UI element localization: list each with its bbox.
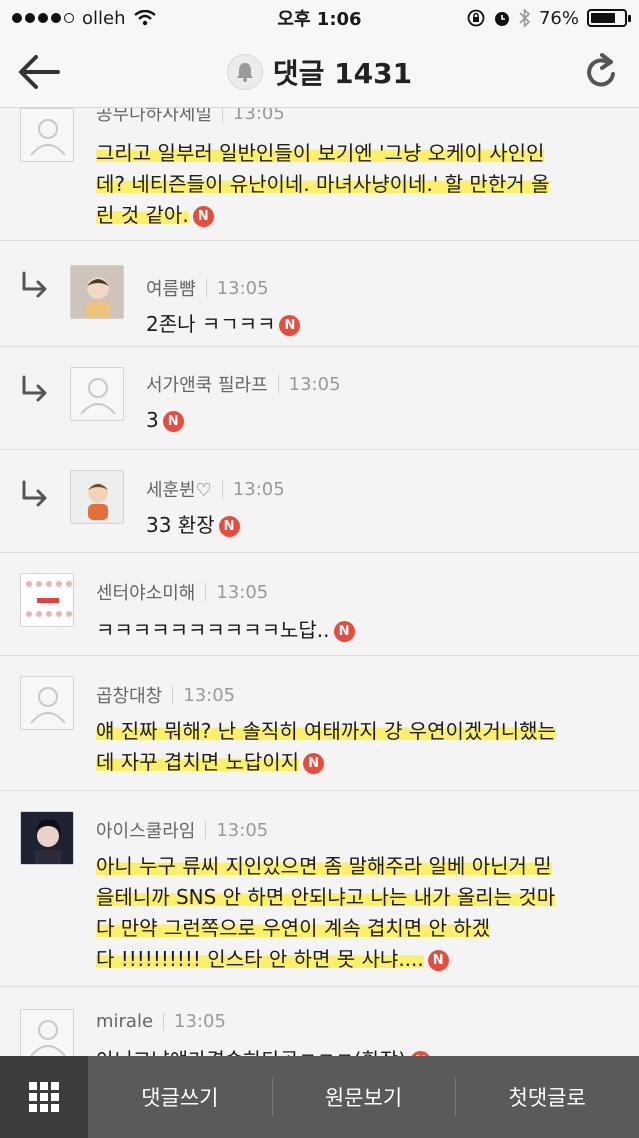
user-avatar[interactable] <box>70 470 124 524</box>
new-badge: N <box>279 315 301 336</box>
comment-author[interactable]: 여름뺨 <box>146 275 196 301</box>
comment-author[interactable]: 곱창대창 <box>96 682 162 708</box>
comment-time: 13:05 <box>232 478 285 500</box>
reply-arrow-icon <box>22 375 47 402</box>
comment-item[interactable]: 서가앤쿡 필라프 13:05 3N <box>0 347 639 450</box>
comment-line: 데 자꾸 겹치면 노답이지 <box>96 750 300 774</box>
comment-item[interactable]: mirale 13:05 아니그냥얘가겹솔하다곸ㅋㅋㅋ(환장)N <box>0 987 639 1056</box>
wifi-icon <box>133 10 156 26</box>
comment-time: 13:05 <box>216 581 269 603</box>
first-comment-button[interactable]: 첫댓글로 <box>455 1056 639 1138</box>
comment-item[interactable]: 공무나하사세밀 13:05 그리고 일부러 일반인들이 보기엔 '그냥 오케이 … <box>0 108 639 241</box>
comment-text: 33 환장 N <box>146 510 240 541</box>
person-icon <box>30 1020 66 1056</box>
person-icon <box>80 378 116 415</box>
page-title: 댓글 1431 <box>272 56 413 90</box>
comment-time: 13:05 <box>232 108 285 124</box>
comment-line: 얘 진짜 뭐해? 난 솔직히 여태까지 걍 우연이겠거니했는 <box>96 719 556 743</box>
comment-line: 다 만약 그런쪽으로 우연이 계속 겹치면 안 하겠 <box>96 916 491 940</box>
comment-time: 13:05 <box>216 277 269 299</box>
comment-item[interactable]: 센터야소미해 13:05 ㅋㅋㅋㅋㅋㅋㅋㅋㅋㅋ노답.. N <box>0 553 639 656</box>
comment-line: 2존나 ㅋㄱㅋㅋ <box>146 312 276 336</box>
comment-item[interactable]: 세훈뷘♡ 13:05 33 환장 N <box>0 450 639 553</box>
group-photo-icon <box>21 574 73 626</box>
default-avatar[interactable] <box>20 676 74 730</box>
comment-text: 얘 진짜 뭐해? 난 솔직히 여태까지 걍 우연이겠거니했는 데 자꾸 겹치면 … <box>96 716 556 778</box>
comment-text: 아니그냥얘가겹솔하다곸ㅋㅋㅋ(환장)N <box>96 1045 432 1056</box>
new-badge: N <box>303 753 325 774</box>
comment-list[interactable]: 공무나하사세밀 13:05 그리고 일부러 일반인들이 보기엔 '그냥 오케이 … <box>0 108 639 1056</box>
back-arrow-icon[interactable] <box>14 50 64 94</box>
status-bar: olleh 오후 1:06 76% <box>0 0 639 36</box>
comment-author[interactable]: 공무나하사세밀 <box>96 108 212 126</box>
comment-item[interactable]: 여름뺨 13:05 2존나 ㅋㄱㅋㅋ N <box>0 241 639 347</box>
comment-item[interactable]: 곱창대창 13:05 얘 진짜 뭐해? 난 솔직히 여태까지 걍 우연이겠거니했… <box>0 656 639 791</box>
comment-text: 그리고 일부러 일반인들이 보기엔 '그냥 오케이 사인인 데? 네티즌들이 유… <box>96 138 550 231</box>
person-icon <box>30 687 66 724</box>
comment-author[interactable]: 세훈뷘♡ <box>146 476 212 502</box>
comment-line: 아니그냥얘가겹솔하다곸ㅋㅋㅋ(환장) <box>96 1048 406 1056</box>
child-photo-icon <box>71 266 123 318</box>
grid-icon <box>29 1082 59 1112</box>
reply-arrow-icon <box>22 480 47 507</box>
comment-line: 다 !!!!!!!!!! 인스타 안 하면 못 사냐.... <box>96 947 424 971</box>
comment-text: 2존나 ㅋㄱㅋㅋ N <box>146 309 301 340</box>
default-avatar[interactable] <box>20 1009 74 1056</box>
battery-level <box>591 13 616 23</box>
new-badge: N <box>162 411 184 432</box>
carrier-label: olleh <box>82 7 126 29</box>
user-avatar[interactable] <box>20 811 74 865</box>
default-avatar <box>20 108 74 162</box>
user-avatar[interactable] <box>20 573 74 627</box>
comment-author[interactable]: 센터야소미해 <box>96 579 195 605</box>
user-avatar[interactable] <box>70 265 124 319</box>
comment-text: 3N <box>146 405 184 436</box>
view-original-button[interactable]: 원문보기 <box>271 1056 456 1138</box>
new-badge: N <box>192 206 214 227</box>
rotation-lock-icon <box>467 9 485 27</box>
comment-item[interactable]: 아이스쿨라임 13:05 아니 누구 류씨 지인있으면 좀 말해주라 일베 아닌… <box>0 791 639 987</box>
comment-line: 데? 네티즌들이 유난이네. 마녀사냥이네.' 할 만한거 올 <box>96 172 550 196</box>
write-comment-button[interactable]: 댓글쓰기 <box>88 1056 272 1138</box>
bluetooth-icon <box>519 8 531 28</box>
doll-photo-icon <box>71 471 123 523</box>
comment-line: 린 것 같아. <box>96 203 189 227</box>
comment-author[interactable]: 아이스쿨라임 <box>96 817 195 843</box>
header: 댓글 1431 <box>0 36 639 108</box>
comment-line: 3 <box>146 408 159 432</box>
comment-text: ㅋㅋㅋㅋㅋㅋㅋㅋㅋㅋ노답.. N <box>96 615 355 646</box>
person-icon <box>30 119 66 156</box>
comment-line: 33 환장 <box>146 513 215 537</box>
comment-line: 을테니까 SNS 안 하면 안되냐고 나는 내가 올리는 것마 <box>96 885 556 909</box>
comment-time: 13:05 <box>288 373 341 395</box>
new-badge: N <box>333 621 355 642</box>
comment-line: 그리고 일부러 일반인들이 보기엔 '그냥 오케이 사인인 <box>96 141 545 165</box>
comment-author[interactable]: mirale <box>96 1011 153 1032</box>
comment-time: 13:05 <box>216 819 269 841</box>
new-badge: N <box>427 950 449 971</box>
alarm-icon <box>494 12 509 26</box>
bell-icon <box>236 62 253 82</box>
battery-icon <box>587 9 631 27</box>
signal-icon <box>12 13 74 23</box>
bottom-toolbar: 댓글쓰기 원문보기 첫댓글로 <box>0 1056 639 1138</box>
battery-percent: 76% <box>538 7 579 29</box>
comment-time: 13:05 <box>183 684 236 706</box>
new-badge: N <box>218 516 240 537</box>
comment-time: 13:05 <box>174 1011 226 1032</box>
menu-grid-button[interactable] <box>0 1056 88 1138</box>
comment-author[interactable]: 서가앤쿡 필라프 <box>146 371 268 397</box>
default-avatar[interactable] <box>70 367 124 421</box>
comment-line: 아니 누구 류씨 지인있으면 좀 말해주라 일베 아닌거 믿 <box>96 854 552 878</box>
refresh-icon[interactable] <box>579 50 623 94</box>
comment-text: 아니 누구 류씨 지인있으면 좀 말해주라 일베 아닌거 믿 을테니까 SNS … <box>96 851 556 975</box>
comment-line: ㅋㅋㅋㅋㅋㅋㅋㅋㅋㅋ노답.. <box>96 618 330 642</box>
profile-photo-icon <box>21 812 73 864</box>
reply-arrow-icon <box>22 271 47 298</box>
notification-bell-button[interactable] <box>226 53 263 90</box>
